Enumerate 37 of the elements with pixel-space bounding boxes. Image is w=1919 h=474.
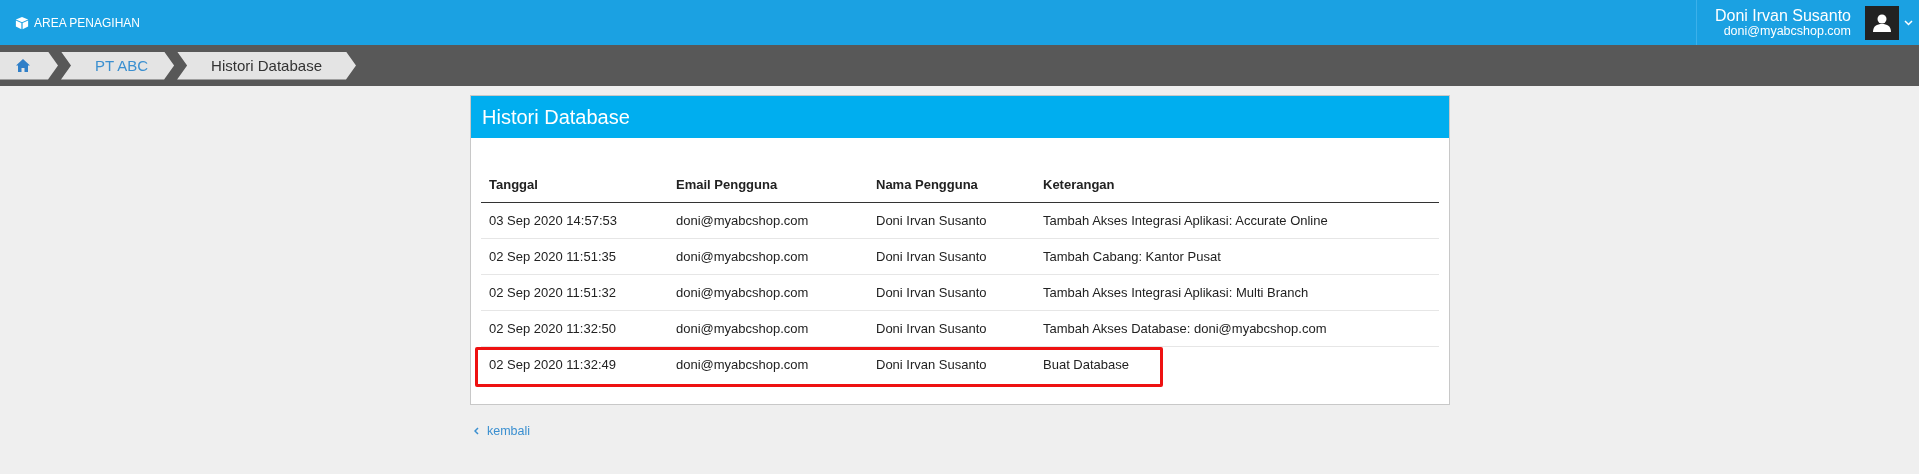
table-cell-text: Doni Irvan Susanto bbox=[875, 321, 988, 336]
home-icon bbox=[16, 59, 30, 72]
table-cell-text: Tambah Akses Integrasi Aplikasi: Multi Branch bbox=[1042, 285, 1310, 300]
app-title: AREA PENAGIHAN bbox=[34, 15, 141, 30]
breadcrumb-link[interactable]: Histori Database bbox=[177, 51, 356, 80]
panel-title: Histori Database bbox=[471, 96, 1449, 138]
caret-icon[interactable] bbox=[1904, 19, 1913, 26]
user-email: doni@myabcshop.com bbox=[1723, 24, 1851, 38]
table-cell-text: Doni Irvan Susanto bbox=[875, 249, 988, 264]
table-cell-text: doni@myabcshop.com bbox=[675, 357, 810, 372]
table-cell-text: doni@myabcshop.com bbox=[675, 285, 810, 300]
user-name: Doni Irvan Susanto bbox=[1714, 7, 1851, 24]
column-header: Keterangan bbox=[1042, 176, 1116, 192]
table-cell-text: 02 Sep 2020 11:51:35 bbox=[488, 249, 617, 264]
table-cell-text: Doni Irvan Susanto bbox=[875, 357, 988, 372]
table-cell-text: 02 Sep 2020 11:51:32 bbox=[488, 285, 617, 300]
back-link[interactable]: kembali bbox=[474, 424, 531, 438]
user-avatar-icon[interactable] bbox=[1865, 5, 1899, 40]
table-cell-text: Doni Irvan Susanto bbox=[875, 285, 988, 300]
table-cell-text: Doni Irvan Susanto bbox=[875, 213, 988, 228]
table-cell-text: 02 Sep 2020 11:32:49 bbox=[488, 357, 617, 372]
table-cell-text: doni@myabcshop.com bbox=[675, 213, 810, 228]
column-header: Tanggal bbox=[488, 176, 539, 192]
table-cell-text: Tambah Akses Database: doni@myabcshop.com bbox=[1042, 321, 1328, 336]
chevron-left-icon bbox=[474, 427, 479, 435]
table-cell-text: doni@myabcshop.com bbox=[675, 249, 810, 264]
table-cell-text: 03 Sep 2020 14:57:53 bbox=[488, 213, 618, 228]
table-cell-text: Tambah Cabang: Kantor Pusat bbox=[1042, 249, 1222, 264]
column-header: Nama Pengguna bbox=[875, 176, 979, 192]
home-breadcrumb[interactable] bbox=[0, 51, 58, 80]
table-cell-text: Tambah Akses Integrasi Aplikasi: Accurate Online bbox=[1042, 213, 1329, 228]
cube-icon bbox=[15, 15, 29, 30]
column-header: Email Pengguna bbox=[675, 176, 779, 192]
breadcrumb-link[interactable]: PT ABC bbox=[61, 51, 175, 80]
table-cell-text: 02 Sep 2020 11:32:50 bbox=[488, 321, 617, 336]
table-cell-text: doni@myabcshop.com bbox=[675, 321, 810, 336]
table-cell-text: Buat Database bbox=[1042, 357, 1130, 372]
